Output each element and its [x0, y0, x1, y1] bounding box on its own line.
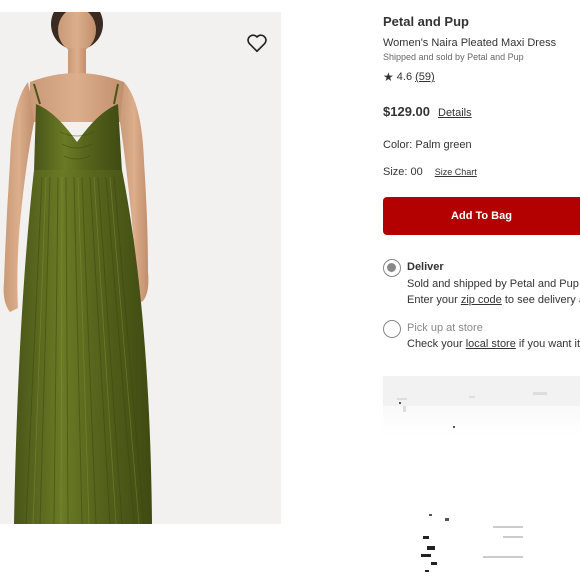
pickup-store-line: Check your local store if you want it s: [407, 338, 580, 350]
pickup-suffix: if you want it s: [518, 338, 580, 350]
rating-value: 4.6: [396, 71, 413, 83]
review-count-link[interactable]: (59): [415, 71, 435, 83]
pickup-radio[interactable]: [383, 320, 401, 338]
deliver-radio[interactable]: [383, 259, 401, 277]
color-label: Color: Palm green: [383, 139, 472, 151]
price-row: $129.00 Details: [383, 104, 472, 119]
product-title: Women's Naira Pleated Maxi Dress: [383, 37, 557, 49]
heart-outline-icon[interactable]: [246, 32, 268, 54]
product-photo[interactable]: [0, 12, 281, 524]
deliver-option[interactable]: Deliver Sold and shipped by Petal and Pu…: [383, 259, 580, 306]
size-label: Size: 00: [383, 166, 423, 178]
rating-row: ★ 4.6 (59): [383, 70, 435, 84]
secondary-image-area: [383, 376, 580, 580]
deliver-title: Deliver: [407, 261, 444, 273]
radio-selected-dot: [387, 263, 396, 272]
deliver-zip-prefix: Enter your: [407, 294, 461, 306]
shipped-by-text: Shipped and sold by Petal and Pup: [383, 52, 524, 62]
pickup-prefix: Check your: [407, 338, 466, 350]
size-row: Size: 00 Size Chart: [383, 166, 477, 178]
price: $129.00: [383, 104, 430, 119]
pickup-title: Pick up at store: [407, 322, 483, 334]
product-page: Petal and Pup Women's Naira Pleated Maxi…: [0, 0, 580, 580]
deliver-sold-by: Sold and shipped by Petal and Pup: [407, 278, 579, 290]
size-chart-link[interactable]: Size Chart: [435, 167, 477, 177]
brand-name[interactable]: Petal and Pup: [383, 14, 469, 29]
deliver-zip-line: Enter your zip code to see delivery av: [407, 294, 580, 306]
deliver-zip-suffix: to see delivery av: [504, 294, 580, 306]
pickup-option[interactable]: Pick up at store Check your local store …: [383, 320, 580, 360]
faint-image-artifacts: [383, 376, 580, 572]
model-in-dress-image: [0, 12, 281, 524]
local-store-link[interactable]: local store: [466, 338, 516, 350]
zip-code-link[interactable]: zip code: [461, 294, 502, 306]
add-to-bag-button[interactable]: Add To Bag: [383, 197, 580, 235]
star-icon: ★: [383, 70, 394, 84]
price-details-link[interactable]: Details: [438, 107, 472, 119]
